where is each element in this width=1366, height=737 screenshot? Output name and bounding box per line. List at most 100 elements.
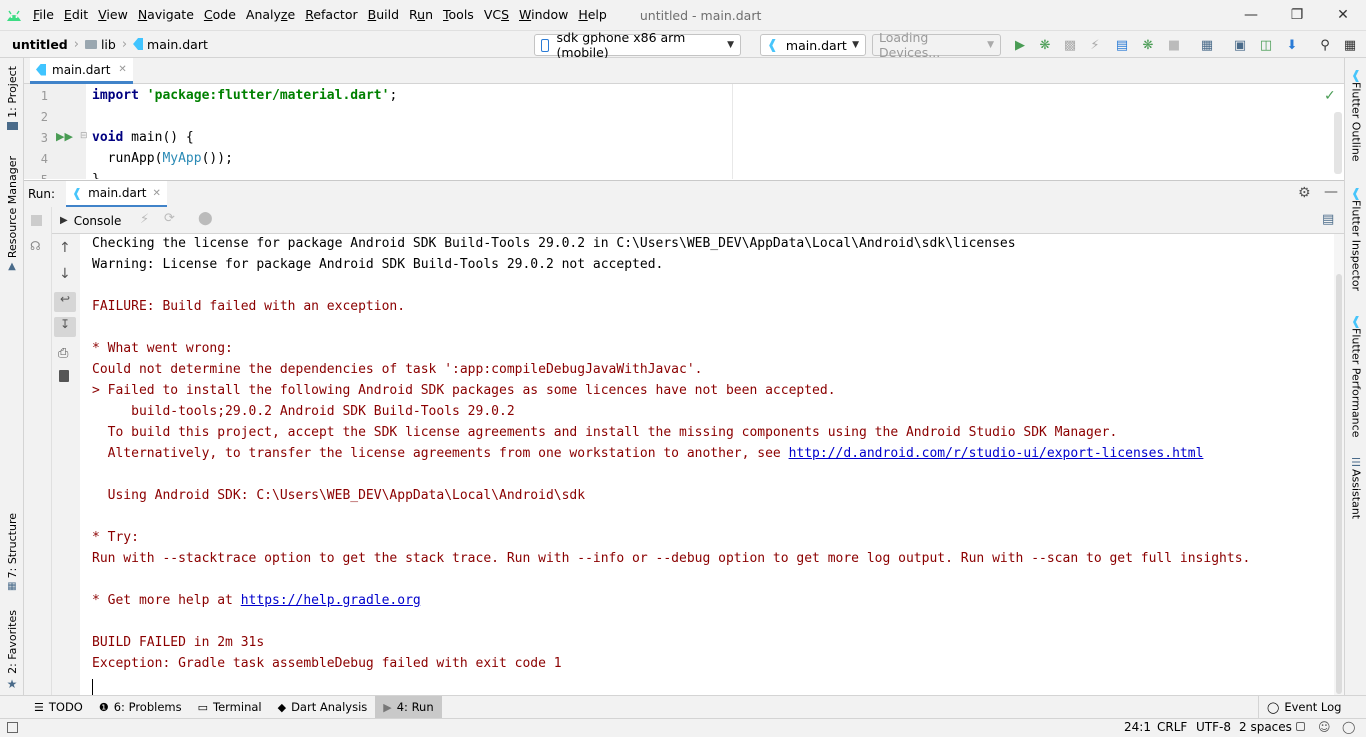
close-tab-icon[interactable]: ✕ [152, 188, 160, 199]
loading-devices-label: Loading Devices... [879, 30, 941, 60]
tool-window-flutter-performance[interactable]: ❰ Flutter Performance [1345, 314, 1366, 437]
run-icon[interactable]: ▶ [1010, 35, 1030, 55]
chevron-down-icon: ▼ [987, 40, 994, 50]
console-line: build-tools;29.0.2 Android SDK Build-Too… [92, 404, 515, 419]
close-icon[interactable]: ✕ [1320, 0, 1366, 30]
star-icon: ★ [6, 676, 18, 691]
hot-restart-icon[interactable]: ⟳ [164, 211, 175, 226]
hot-reload-icon[interactable]: ⚡ [1085, 35, 1105, 55]
profile-icon[interactable]: ▤ [1112, 35, 1132, 55]
menu-view[interactable]: View [93, 0, 133, 30]
stop-icon[interactable]: ■ [1164, 35, 1184, 55]
close-tab-icon[interactable]: ✕ [118, 64, 126, 75]
tool-window-project[interactable]: 1: Project [0, 66, 24, 130]
layout-icon[interactable]: ▤ [1322, 212, 1334, 227]
tool-event-log[interactable]: ◯ Event Log [1258, 695, 1349, 719]
settings-icon[interactable]: ▦ [1340, 35, 1360, 55]
code-text: ()); [201, 151, 233, 166]
inspector-icon[interactable]: ☺ [1318, 720, 1331, 734]
chevron-down-icon: ▼ [727, 40, 734, 50]
project-structure-icon[interactable]: ▦ [1197, 35, 1217, 55]
line-separator[interactable]: CRLF [1157, 720, 1187, 734]
apply-changes-icon[interactable]: ❋ [1138, 35, 1158, 55]
menu-run[interactable]: Run [404, 0, 438, 30]
menu-code[interactable]: Code [199, 0, 241, 30]
device-selector[interactable]: sdk gphone x86 arm (mobile) ▼ [534, 30, 741, 60]
tool-window-flutter-outline[interactable]: ❰ Flutter Outline [1345, 68, 1366, 162]
sdk-manager-icon[interactable]: ⬇ [1282, 35, 1302, 55]
editor-tab-bar: main.dart ✕ [24, 58, 1344, 84]
print-icon[interactable]: ⎙ [58, 346, 68, 361]
tool-windows-toggle-icon[interactable] [7, 722, 18, 733]
menu-navigate[interactable]: Navigate [133, 0, 199, 30]
console-link[interactable]: https://help.gradle.org [241, 593, 421, 608]
hot-reload-icon[interactable]: ⚡ [140, 212, 149, 227]
scrollbar-thumb[interactable] [1336, 274, 1342, 694]
tool-window-resource-manager[interactable]: Resource Manager ▲ [0, 156, 24, 272]
menu-tools[interactable]: Tools [438, 0, 479, 30]
scroll-to-end-icon[interactable]: ↧ [54, 317, 76, 337]
console-output[interactable]: Checking the license for package Android… [80, 234, 1334, 695]
tool-todo[interactable]: ☰ TODO [26, 696, 91, 719]
tool-terminal[interactable]: ▭ Terminal [190, 696, 270, 719]
menu-vcs[interactable]: VCS [479, 0, 514, 30]
menu-file[interactable]: File [28, 0, 59, 30]
lock-icon[interactable] [1296, 722, 1305, 731]
restore-icon[interactable]: ❐ [1274, 0, 1320, 30]
debug-icon[interactable]: ❋ [1035, 35, 1055, 55]
scroll-up-icon[interactable]: ↑ [59, 240, 71, 256]
tool-window-structure[interactable]: 7: Structure ▦ [0, 513, 24, 592]
menu-build[interactable]: Build [363, 0, 404, 30]
file-encoding[interactable]: UTF-8 [1196, 720, 1231, 734]
tool-window-favorites[interactable]: 2: Favorites ★ [0, 610, 24, 691]
scroll-down-icon[interactable]: ↓ [59, 266, 71, 282]
soft-wrap-icon[interactable]: ↩ [54, 292, 76, 312]
menu-refactor[interactable]: Refactor [300, 0, 362, 30]
avd-manager-icon[interactable]: ▣ [1230, 35, 1250, 55]
search-icon[interactable]: ⚲ [1315, 35, 1335, 55]
gear-icon[interactable]: ⚙ [1298, 185, 1311, 201]
console-tab[interactable]: ▶ Console [60, 207, 121, 234]
indent-setting[interactable]: 2 spaces [1239, 720, 1292, 734]
run-panel-header: Run: ❰ main.dart ✕ ⚙ — [24, 180, 1344, 208]
tool-run[interactable]: ▶ 4: Run [375, 695, 442, 719]
console-link[interactable]: http://d.android.com/r/studio-ui/export-… [789, 446, 1204, 461]
caret-position[interactable]: 24:1 [1124, 720, 1151, 734]
run-panel-toolbar: ▶ Console ⚡ ⟳ ⬤ ▤ [24, 207, 1344, 234]
left-tool-strip: 1: Project Resource Manager ▲ 7: Structu… [0, 58, 24, 715]
menu-analyze[interactable]: Analyze [241, 0, 300, 30]
minimize-icon[interactable]: — [1228, 0, 1274, 30]
trash-icon[interactable] [59, 370, 69, 382]
tool-window-flutter-inspector[interactable]: ❰ Flutter Inspector [1345, 186, 1366, 291]
fold-icon[interactable]: ⊟ [80, 131, 88, 141]
breadcrumb-file[interactable]: main.dart [129, 37, 212, 52]
menu-help[interactable]: Help [573, 0, 612, 30]
tool-dart-analysis[interactable]: ◆ Dart Analysis [270, 696, 376, 719]
minimize-panel-icon[interactable]: — [1324, 184, 1338, 200]
menu-edit[interactable]: Edit [59, 0, 93, 30]
run-config-selector[interactable]: ❰ main.dart ▼ [760, 34, 866, 56]
menu-window[interactable]: Window [514, 0, 573, 30]
devtools-icon[interactable]: ⬤ [198, 211, 213, 226]
editor-tab-main-dart[interactable]: main.dart ✕ [30, 58, 133, 84]
breadcrumb-folder[interactable]: lib [81, 37, 120, 52]
console-text: FAILURE: Build failed with an exception. [92, 299, 406, 314]
console-text: Run with --stacktrace option to get the … [92, 551, 1251, 566]
flutter-icon: ❰ [72, 186, 83, 200]
breadcrumb-project[interactable]: untitled [0, 37, 72, 52]
code-editor[interactable]: 1 2 3 4 5 ▶▶ ⊟ import 'package:flutter/m… [24, 84, 1344, 179]
right-tool-strip: ❰ Flutter Outline ❰ Flutter Inspector ❰ … [1344, 58, 1366, 715]
attach-debugger-icon[interactable]: ▩ [1060, 35, 1080, 55]
stop-icon[interactable] [31, 215, 42, 226]
memory-icon[interactable]: ◯ [1342, 720, 1355, 734]
console-scrollbar[interactable] [1334, 234, 1344, 695]
code-text: main() { [123, 130, 194, 145]
run-gutter-icon[interactable]: ▶▶ [56, 130, 73, 143]
console-text: > Failed to install the following Androi… [92, 383, 836, 398]
tool-problems[interactable]: ❶ 6: Problems [91, 696, 190, 719]
pin-icon[interactable]: ☊ [30, 239, 41, 253]
editor-scrollbar[interactable] [1334, 112, 1342, 174]
tool-window-assistant[interactable]: ☰ Assistant [1345, 456, 1366, 519]
sync-gradle-icon[interactable]: ◫ [1256, 35, 1276, 55]
run-tab-main-dart[interactable]: ❰ main.dart ✕ [66, 181, 167, 208]
